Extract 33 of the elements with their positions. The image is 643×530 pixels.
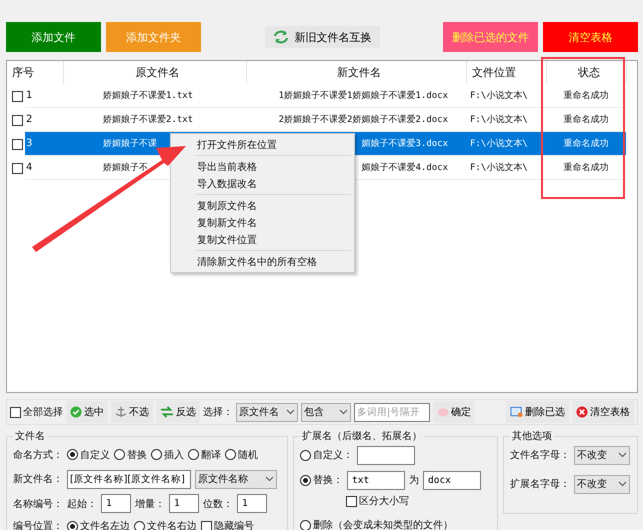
table-cell-text: F:\小说文本\ bbox=[470, 138, 528, 150]
field-label: 名称编号： bbox=[13, 498, 63, 511]
table-cell-text: 媚娘子不课爱3.docx bbox=[361, 138, 448, 150]
panel-title: 扩展名（后缀名、拓展名） bbox=[301, 430, 423, 443]
table-cell-text: 1娇媚娘子不课爱1娇媚娘子不课爱1.docx bbox=[278, 90, 448, 102]
table-cell-text: 娇媚娘子不 bbox=[103, 162, 148, 174]
table-cell-text: F:\小说文本\ bbox=[470, 114, 528, 126]
table-cell-text: 娇媚娘子不课爱1.txt bbox=[103, 90, 194, 102]
table-cell: 1 bbox=[26, 90, 32, 101]
table-cell: 4 bbox=[26, 162, 32, 173]
field-label: 起始： bbox=[67, 498, 97, 511]
table-cell: 2 bbox=[26, 114, 32, 125]
table-cell-text: F:\小说文本\ bbox=[470, 162, 528, 174]
field-label: 文件名字母： bbox=[510, 448, 570, 462]
field-label: 新文件名： bbox=[13, 472, 63, 486]
table-cell-text: F:\小说文本\ bbox=[470, 90, 528, 102]
table-cell-text: 重命名成功 bbox=[564, 138, 608, 150]
table-cell-text: 重命名成功 bbox=[564, 90, 608, 102]
field-label: 位数： bbox=[203, 498, 233, 511]
filter-label: 选择： bbox=[203, 406, 233, 419]
field-label: 为 bbox=[409, 474, 419, 487]
table-cell-text: 娇媚娘子不课 bbox=[103, 138, 157, 150]
field-label: 命名方式： bbox=[13, 448, 63, 462]
table-cell-text: 媚娘子不课爱4.docx bbox=[361, 162, 448, 174]
table-cell-text: 2娇媚娘子不课爱2娇媚娘子不课爱2.docx bbox=[278, 114, 448, 126]
field-label: 增量： bbox=[135, 498, 165, 511]
table-cell: 3 bbox=[26, 138, 32, 149]
panel-title: 文件名 bbox=[14, 430, 46, 443]
field-label: 扩展名字母： bbox=[510, 478, 570, 491]
table-cell-text: 重命名成功 bbox=[564, 114, 608, 126]
panel-title: 其他选项 bbox=[511, 430, 553, 443]
table-cell-text: 重命名成功 bbox=[564, 162, 608, 174]
table-cell-text: 娇媚娘子不课爱2.txt bbox=[103, 114, 194, 126]
